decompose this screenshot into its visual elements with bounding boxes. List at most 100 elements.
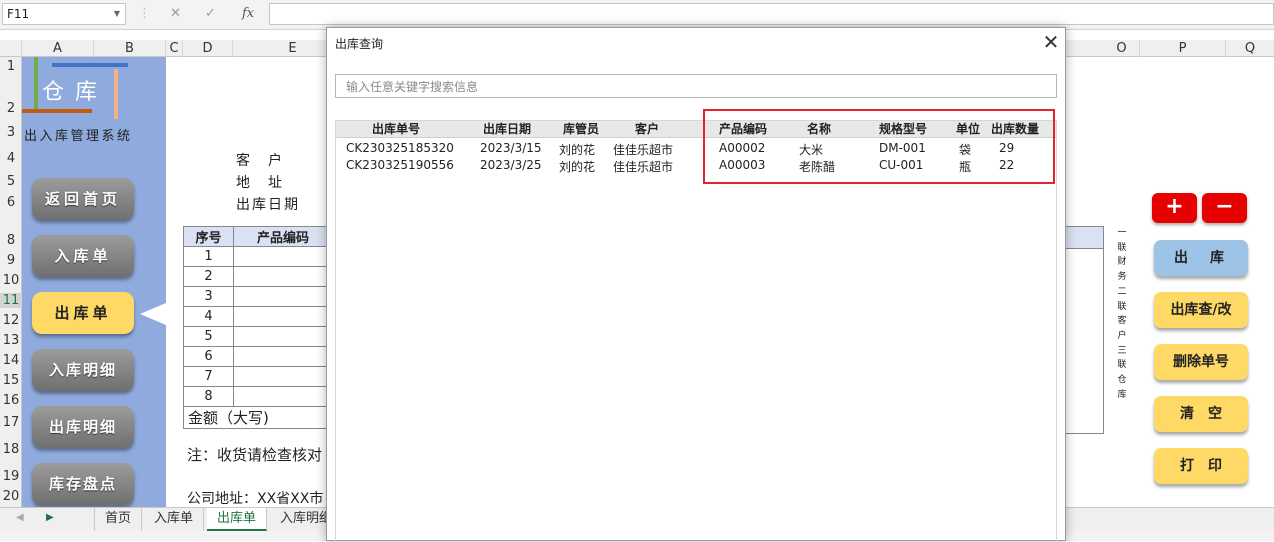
column-header[interactable]: B	[94, 40, 166, 57]
date-cell: 2023/3/25	[480, 158, 542, 172]
row-header[interactable]: 19	[0, 469, 22, 484]
logo-bar-blue	[52, 63, 128, 67]
row-header[interactable]: 13	[0, 333, 22, 348]
delete-order-button[interactable]: 删除单号	[1154, 344, 1248, 380]
address-label: 地 址	[236, 175, 284, 191]
row-header[interactable]: 2	[0, 101, 22, 116]
row-header[interactable]: 3	[0, 125, 22, 140]
scroll-left-icon[interactable]: ◀	[16, 512, 24, 523]
row-header[interactable]: 17	[0, 415, 22, 430]
chevron-down-icon[interactable]: ▼	[114, 9, 120, 18]
order-no-cell: CK230325185320	[346, 141, 454, 155]
print-button[interactable]: 打 印	[1154, 448, 1248, 484]
column-header[interactable]: C	[166, 40, 183, 57]
col-customer[interactable]: 客户	[635, 121, 659, 138]
cell-reference: F11	[7, 7, 30, 21]
seq-cell[interactable]: 7	[183, 366, 234, 387]
column-header[interactable]: O	[1104, 40, 1140, 57]
outbound-table: 序号 产品编码 1 2 3 4 5 6 7 8 金额（大写)	[183, 226, 333, 429]
seq-cell[interactable]: 8	[183, 386, 234, 407]
column-header[interactable]: A	[22, 40, 94, 57]
date-label: 出库日期	[236, 197, 300, 213]
name-box[interactable]: F11 ▼	[2, 3, 126, 25]
logo-bar-green	[34, 57, 38, 109]
cancel-icon[interactable]: ✕	[170, 6, 181, 21]
order-info-labels: 客 户 地 址 出库日期	[236, 150, 300, 216]
app-subtitle: 出入库管理系统	[24, 129, 133, 144]
seq-header: 序号	[183, 226, 234, 247]
seq-cell[interactable]: 2	[183, 266, 234, 287]
logo-text: 仓 库	[42, 80, 99, 105]
col-date[interactable]: 出库日期	[483, 121, 531, 138]
column-header[interactable]: Q	[1226, 40, 1274, 57]
outbound-query-dialog: 出库查询 ✕ 输入任意关键字搜索信息 出库单号 出库日期 库管员 客户 产品编码…	[326, 27, 1066, 542]
tab-home[interactable]: 首页	[94, 508, 143, 531]
table-right-edge	[1060, 226, 1104, 434]
seq-cell[interactable]: 3	[183, 286, 234, 307]
keeper-cell: 刘的花	[559, 160, 596, 174]
nav-inbound-detail-button[interactable]: 入库明细	[32, 349, 134, 391]
seq-cell[interactable]: 1	[183, 246, 234, 267]
highlight-box	[703, 109, 1055, 184]
nav-outbound-button[interactable]: 出库单	[32, 292, 134, 334]
confirm-icon[interactable]: ✓	[205, 6, 216, 21]
date-cell: 2023/3/15	[480, 141, 542, 155]
row-header[interactable]: 9	[0, 253, 22, 268]
code-header: 产品编码	[233, 226, 333, 247]
nav-home-button[interactable]: 返回首页	[32, 178, 134, 220]
select-all-corner[interactable]	[0, 40, 22, 57]
tab-inbound[interactable]: 入库单	[144, 508, 205, 531]
tab-outbound[interactable]: 出库单	[207, 508, 268, 531]
code-cell[interactable]	[233, 266, 333, 287]
more-icon: ⋮	[138, 6, 151, 21]
nav-inbound-button[interactable]: 入库单	[32, 235, 134, 277]
code-cell[interactable]	[233, 346, 333, 367]
row-header[interactable]: 16	[0, 393, 22, 408]
row-header[interactable]: 5	[0, 174, 22, 189]
col-keeper[interactable]: 库管员	[563, 121, 599, 138]
code-cell[interactable]	[233, 326, 333, 347]
row-header[interactable]: 20	[0, 489, 22, 504]
receipt-note: 注：收货请检查核对	[187, 446, 323, 464]
row-header[interactable]: 18	[0, 442, 22, 457]
row-header[interactable]: 10	[0, 273, 22, 288]
row-header[interactable]: 11	[0, 293, 22, 308]
row-header[interactable]: 15	[0, 373, 22, 388]
formula-bar: F11 ▼ ⋮ ✕ ✓ fx	[0, 0, 1274, 30]
row-header[interactable]: 6	[0, 195, 22, 210]
code-cell[interactable]	[233, 306, 333, 327]
code-cell[interactable]	[233, 386, 333, 407]
col-order-no[interactable]: 出库单号	[372, 121, 420, 138]
nav-outbound-detail-button[interactable]: 出库明细	[32, 406, 134, 448]
function-icon[interactable]: fx	[242, 6, 254, 21]
query-edit-button[interactable]: 出库查/改	[1154, 292, 1248, 328]
column-header[interactable]: P	[1140, 40, 1226, 57]
search-input[interactable]: 输入任意关键字搜索信息	[335, 74, 1057, 98]
close-icon[interactable]: ✕	[1041, 30, 1061, 54]
row-header[interactable]: 1	[0, 59, 22, 74]
copy-note-vertical: 一联财务二联客户三联仓库	[1117, 228, 1127, 400]
seq-cell[interactable]: 6	[183, 346, 234, 367]
code-cell[interactable]	[233, 366, 333, 387]
seq-cell[interactable]: 5	[183, 326, 234, 347]
code-cell[interactable]	[233, 286, 333, 307]
row-header[interactable]: 8	[0, 233, 22, 248]
column-header[interactable]: D	[183, 40, 233, 57]
row-header[interactable]: 12	[0, 313, 22, 328]
formula-input[interactable]	[269, 3, 1274, 25]
clear-button[interactable]: 清 空	[1154, 396, 1248, 432]
seq-cell[interactable]: 4	[183, 306, 234, 327]
scroll-right-icon[interactable]: ▶	[46, 512, 54, 523]
nav-inventory-button[interactable]: 库存盘点	[32, 463, 134, 505]
remove-row-button[interactable]: −	[1202, 193, 1247, 223]
logo-bar-brown	[22, 109, 92, 113]
row-header[interactable]: 4	[0, 151, 22, 166]
active-pointer-icon	[140, 303, 166, 325]
company-address: 公司地址：XX省XX市	[187, 491, 324, 507]
add-row-button[interactable]: +	[1152, 193, 1197, 223]
dialog-title: 出库查询	[335, 37, 384, 51]
code-cell[interactable]	[233, 246, 333, 267]
row-header[interactable]: 14	[0, 353, 22, 368]
outbound-button[interactable]: 出 库	[1154, 240, 1248, 276]
amount-label: 金额（大写)	[183, 406, 333, 429]
